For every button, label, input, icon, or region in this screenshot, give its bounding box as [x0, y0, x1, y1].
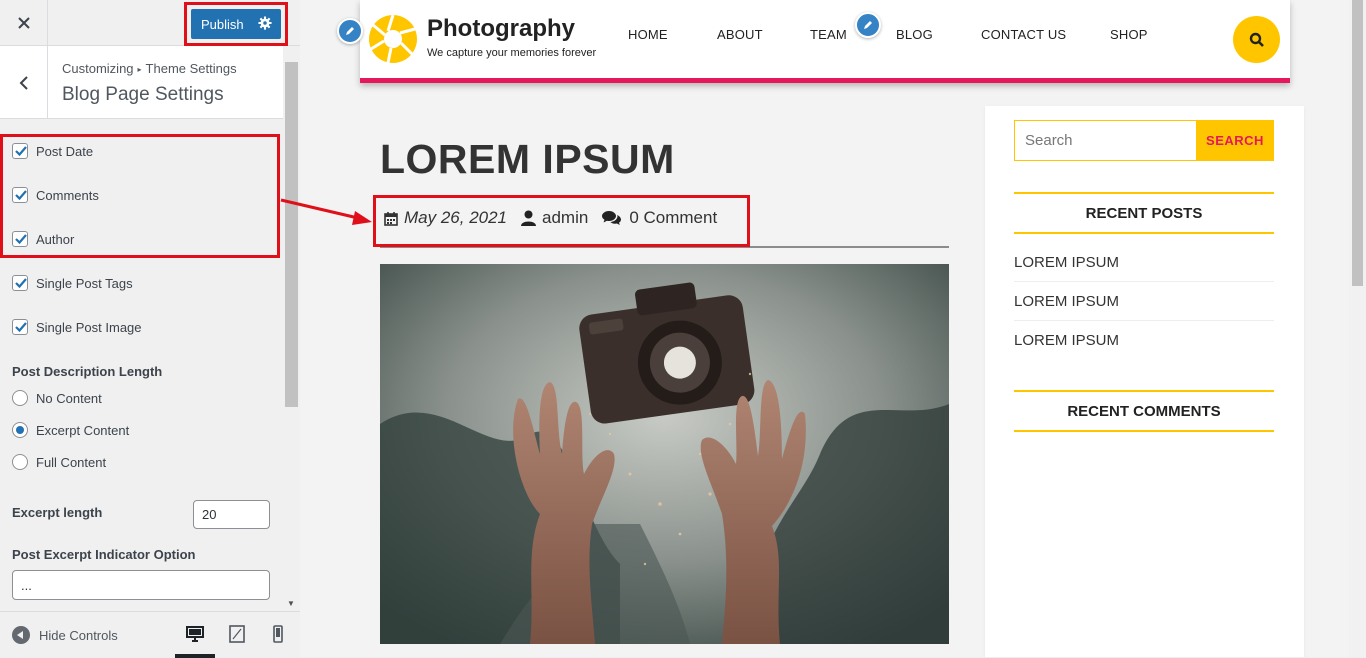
close-icon — [17, 17, 30, 29]
tablet-preview-icon[interactable] — [227, 624, 247, 644]
scroll-down-arrow-icon[interactable]: ▼ — [287, 599, 295, 608]
publish-label: Publish — [201, 16, 244, 32]
nav-about[interactable]: ABOUT — [717, 27, 763, 42]
desktop-preview-icon[interactable] — [185, 624, 205, 644]
blog-sidebar: Search SEARCH RECENT POSTS LOREM IPSUM L… — [985, 106, 1304, 657]
checkbox-box[interactable] — [12, 275, 28, 291]
nav-blog[interactable]: BLOG — [896, 27, 933, 42]
customizer-header: Publish — [0, 0, 300, 46]
post-content-column: LOREM IPSUM May 26, 2021 admin 0 Comment — [360, 100, 970, 657]
description-length-label: Post Description Length — [12, 364, 163, 379]
post-title[interactable]: LOREM IPSUM — [380, 136, 675, 183]
radio-no-content[interactable]: No Content — [12, 388, 102, 408]
highlight-box-post-meta — [373, 195, 750, 247]
breadcrumb-root: Customizing — [62, 61, 134, 76]
excerpt-length-label: Excerpt length — [12, 505, 103, 520]
checkmark-icon — [15, 278, 27, 289]
publish-highlight-box: Publish — [184, 2, 288, 46]
panel-title: Blog Page Settings — [62, 84, 224, 105]
site-header: Photography We capture your memories for… — [360, 0, 1290, 83]
hide-controls-button[interactable]: Hide Controls — [12, 626, 118, 644]
recent-post-link[interactable]: LOREM IPSUM — [1014, 321, 1274, 360]
pencil-icon — [346, 27, 354, 35]
radio-full-content[interactable]: Full Content — [12, 452, 106, 472]
breadcrumb-separator-icon: ▸ — [137, 65, 142, 74]
checkbox-label: Single Post Image — [36, 319, 142, 335]
nav-team[interactable]: TEAM — [810, 27, 847, 42]
excerpt-indicator-input[interactable] — [12, 570, 270, 600]
sidebar-search-input[interactable]: Search — [1014, 120, 1196, 161]
recent-post-link[interactable]: LOREM IPSUM — [1014, 243, 1274, 282]
radio-label: Excerpt Content — [36, 422, 130, 438]
breadcrumb: Customizing ▸ Theme Settings — [62, 61, 237, 76]
back-button[interactable] — [0, 46, 48, 119]
breadcrumb-section: Theme Settings — [145, 61, 237, 76]
recent-post-link[interactable]: LOREM IPSUM — [1014, 282, 1274, 321]
active-device-indicator — [175, 654, 215, 658]
preview-scrollbar-thumb[interactable] — [1352, 0, 1363, 286]
nav-shop[interactable]: SHOP — [1110, 27, 1148, 42]
radio-excerpt-content[interactable]: Excerpt Content — [12, 420, 129, 440]
nav-home[interactable]: HOME — [628, 27, 668, 42]
highlight-box-meta-options — [0, 134, 280, 258]
checkbox-label: Single Post Tags — [36, 275, 133, 291]
site-preview: Photography We capture your memories for… — [300, 0, 1366, 657]
site-title[interactable]: Photography — [427, 15, 575, 43]
edit-shortcut-logo-button[interactable] — [337, 18, 363, 44]
radio-button[interactable] — [12, 390, 28, 406]
recent-posts-title: RECENT POSTS — [1014, 192, 1274, 234]
excerpt-length-input[interactable] — [193, 500, 270, 529]
aperture-logo-icon[interactable] — [368, 14, 418, 64]
checkbox-box[interactable] — [12, 319, 28, 335]
header-search-button[interactable] — [1233, 16, 1280, 63]
gear-icon[interactable] — [258, 16, 272, 30]
publish-button[interactable]: Publish — [191, 9, 281, 39]
scrollbar-thumb[interactable] — [285, 62, 298, 407]
radio-label: No Content — [36, 390, 102, 406]
sidebar-search-button[interactable]: SEARCH — [1196, 120, 1274, 161]
recent-comments-title: RECENT COMMENTS — [1014, 390, 1274, 432]
nav-contact-us[interactable]: CONTACT US — [981, 27, 1066, 42]
radio-label: Full Content — [36, 454, 107, 470]
close-customizer-button[interactable] — [0, 0, 48, 46]
edit-shortcut-menu-button[interactable] — [855, 12, 881, 38]
preview-scrollbar[interactable] — [1349, 0, 1366, 657]
customizer-footer: Hide Controls — [0, 611, 300, 658]
collapse-icon — [12, 626, 30, 644]
site-tagline: We capture your memories forever — [427, 47, 597, 59]
search-icon — [1249, 32, 1264, 47]
pencil-icon — [864, 21, 872, 29]
checkbox-single-post-image[interactable]: Single Post Image — [12, 317, 142, 337]
radio-button-selected[interactable] — [12, 422, 28, 438]
radio-button[interactable] — [12, 454, 28, 470]
sidebar-scrollbar[interactable]: ▼ — [283, 46, 300, 611]
panel-title-section: Customizing ▸ Theme Settings Blog Page Set… — [0, 46, 283, 119]
hide-controls-label: Hide Controls — [39, 627, 118, 643]
mobile-preview-icon[interactable] — [268, 624, 288, 644]
checkbox-single-post-tags[interactable]: Single Post Tags — [12, 273, 133, 293]
chevron-left-icon — [19, 75, 28, 90]
checkmark-icon — [15, 322, 27, 333]
post-featured-image[interactable] — [380, 264, 949, 644]
excerpt-indicator-label: Post Excerpt Indicator Option — [12, 547, 196, 562]
customizer-sidebar: Publish Customizing ▸ Theme Settings Blog … — [0, 0, 300, 658]
